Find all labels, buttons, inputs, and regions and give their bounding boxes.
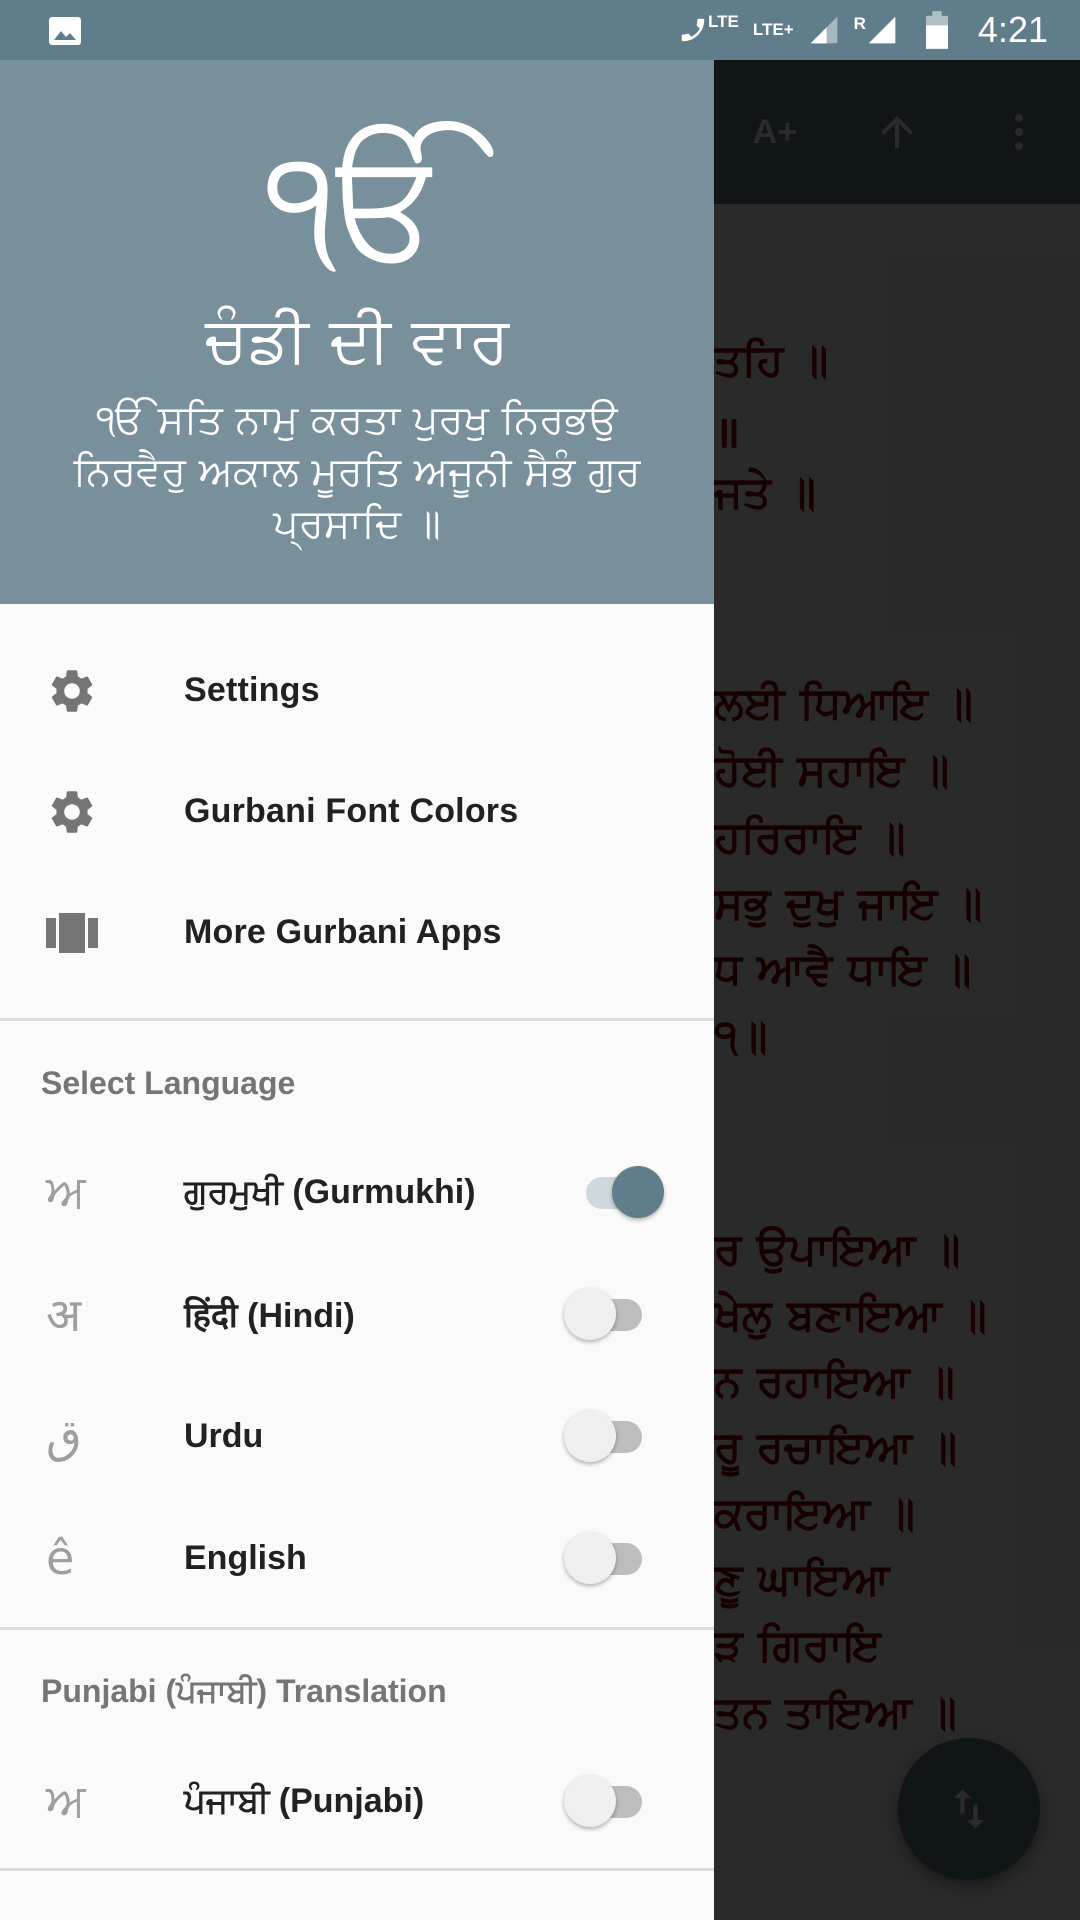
language-label: हिंदी (Hindi) xyxy=(184,1297,355,1335)
menu-item-label: More Gurbani Apps xyxy=(184,913,502,951)
menu-item-settings[interactable]: Settings xyxy=(0,630,714,751)
menu-item-label: Gurbani Font Colors xyxy=(184,792,519,830)
navigation-drawer: ੴ ਚੰਡੀ ਦੀ ਵਾਰ ੴ ਸਤਿ ਨਾਮੁ ਕਰਤਾ ਪੁਰਖੁ ਨਿਰਭ… xyxy=(0,60,714,1920)
language-label: ਪੰਜਾਬੀ (Punjabi) xyxy=(184,1781,425,1820)
signal-roaming-icon xyxy=(868,16,896,44)
toggle-thumb xyxy=(564,1532,616,1584)
language-toggle[interactable] xyxy=(564,1775,646,1827)
toggle-thumb xyxy=(612,1166,664,1218)
settings-icon xyxy=(51,790,93,833)
drawer-header: ੴ ਚੰਡੀ ਦੀ ਵਾਰ ੴ ਸਤਿ ਨਾਮੁ ਕਰਤਾ ਪੁਰਖੁ ਨਿਰਭ… xyxy=(0,60,714,604)
roaming-indicator: R xyxy=(853,14,866,33)
bani-title: ਚੰਡੀ ਦੀ ਵਾਰ xyxy=(204,304,510,378)
toggle-thumb xyxy=(564,1775,616,1827)
punjabi-translation-header: Punjabi (ਪੰਜਾਬੀ) Translation xyxy=(41,1673,447,1709)
clock: 4:21 xyxy=(977,9,1048,50)
menu-item-label: Settings xyxy=(184,671,320,709)
menu-item-gurbani-font-colors[interactable]: Gurbani Font Colors xyxy=(0,751,714,872)
language-row[interactable]: ਅ ਪੰਜਾਬੀ (Punjabi) xyxy=(0,1740,714,1862)
language-glyph-icon: ਅ xyxy=(46,1773,86,1827)
menu-item-more-gurbani-apps[interactable]: More Gurbani Apps xyxy=(0,872,714,993)
signal-icon xyxy=(810,16,837,44)
language-toggle[interactable] xyxy=(564,1288,646,1340)
language-row[interactable]: ê English xyxy=(0,1497,714,1619)
language-glyph-icon: अ xyxy=(46,1288,82,1342)
translation-list: ਅ ਪੰਜਾਬੀ (Punjabi) xyxy=(0,1740,714,1862)
language-row[interactable]: अ हिंदी (Hindi) xyxy=(0,1253,714,1375)
toggle-thumb xyxy=(564,1288,616,1340)
language-label: Urdu xyxy=(184,1416,264,1455)
language-row[interactable]: ਅ ਗੁਰਮੁਖੀ (Gurmukhi) xyxy=(0,1131,714,1253)
language-glyph-icon: ê xyxy=(46,1531,75,1585)
call-lte-label: LTE xyxy=(708,12,739,31)
view-carousel-icon xyxy=(46,912,98,953)
select-language-header: Select Language xyxy=(41,1064,296,1101)
volte-call-icon xyxy=(681,18,705,42)
language-toggle[interactable] xyxy=(582,1166,664,1218)
settings-icon xyxy=(51,669,93,712)
language-toggle[interactable] xyxy=(564,1410,646,1462)
battery-icon xyxy=(925,11,948,49)
mool-mantar: ੴ ਸਤਿ ਨਾਮੁ ਕਰਤਾ ਪੁਰਖੁ ਨਿਰਭਉ ਨਿਰਵੈਰੁ ਅਕਾਲ… xyxy=(73,397,641,548)
toggle-thumb xyxy=(564,1410,616,1462)
language-list: ਅ ਗੁਰਮੁਖੀ (Gurmukhi) अ हिंदी (Hindi) ق Urdu ê E… xyxy=(0,1131,714,1619)
language-glyph-icon: ق xyxy=(46,1409,82,1463)
ik-onkar-symbol: ੴ xyxy=(265,118,449,292)
language-row[interactable]: ق Urdu xyxy=(0,1375,714,1497)
image-notification-icon xyxy=(49,17,81,45)
divider xyxy=(0,1868,714,1871)
language-label: English xyxy=(184,1538,307,1577)
network-type-label: LTE+ xyxy=(752,20,794,39)
language-glyph-icon: ਅ xyxy=(46,1164,86,1218)
language-label: ਗੁਰਮੁਖੀ (Gurmukhi) xyxy=(184,1172,476,1211)
status-bar: LTE LTE+ R 4:21 xyxy=(0,0,1080,60)
language-toggle[interactable] xyxy=(564,1532,646,1584)
